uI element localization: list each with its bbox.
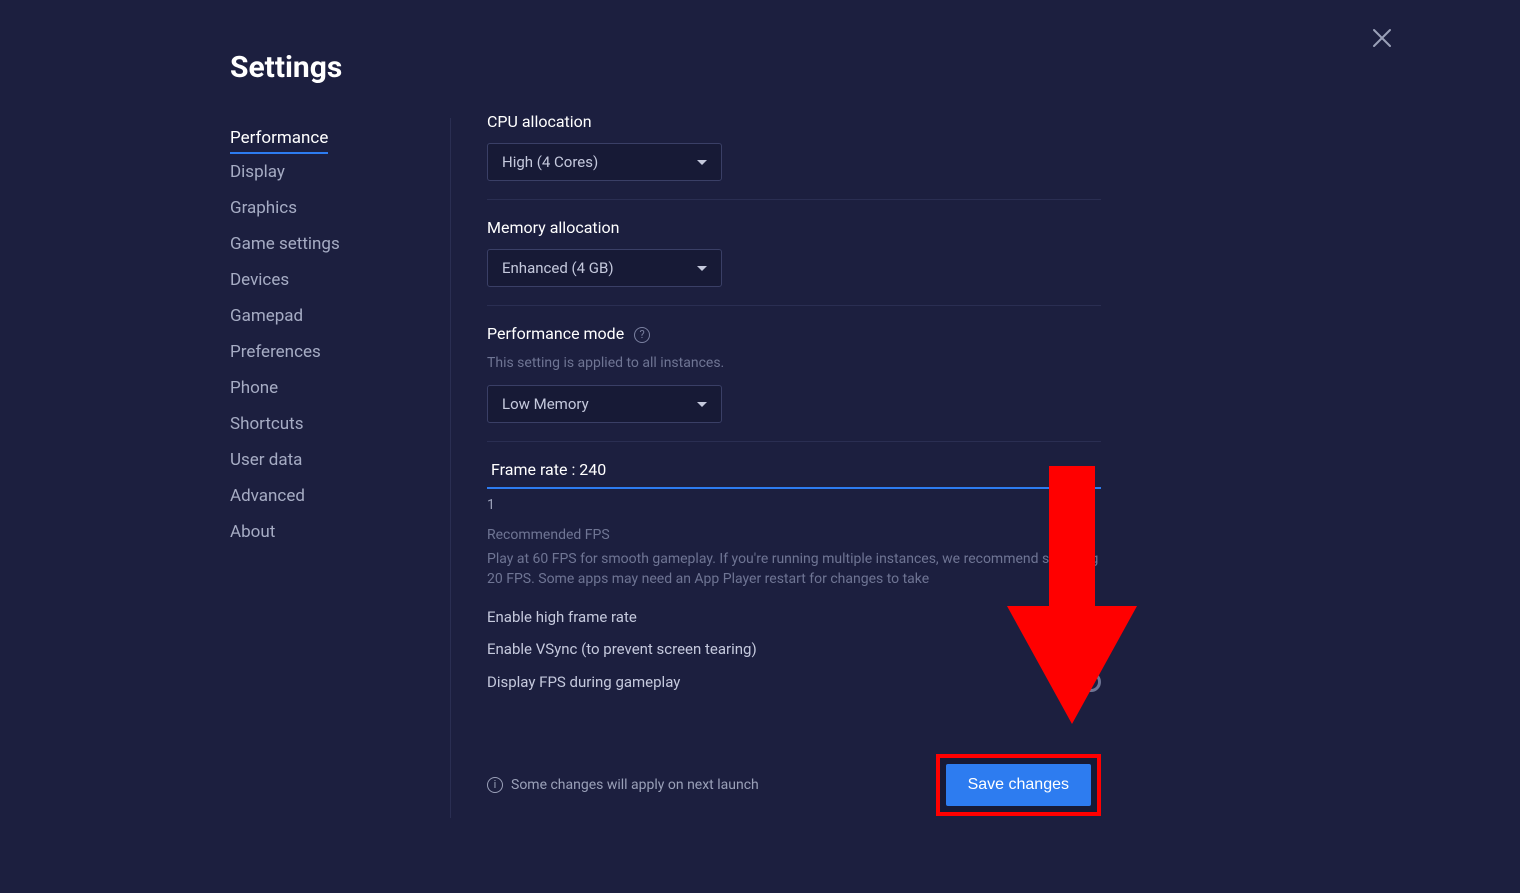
close-icon <box>1370 26 1394 50</box>
main-panel: CPU allocation High (4 Cores) Memory all… <box>451 48 1101 818</box>
cpu-value: High (4 Cores) <box>502 153 598 171</box>
sidebar-item-phone[interactable]: Phone <box>230 370 450 406</box>
close-button[interactable] <box>1370 26 1394 50</box>
save-highlight-annotation: Save changes <box>936 754 1101 816</box>
frame-rate-slider[interactable] <box>487 487 1101 489</box>
sidebar: Performance Display Graphics Game settin… <box>230 48 450 818</box>
section-memory: Memory allocation Enhanced (4 GB) <box>487 218 1101 306</box>
footer-note-text: Some changes will apply on next launch <box>511 777 759 793</box>
memory-select[interactable]: Enhanced (4 GB) <box>487 249 722 287</box>
sidebar-item-preferences[interactable]: Preferences <box>230 334 450 370</box>
toggle-knob <box>1082 673 1100 691</box>
cpu-select[interactable]: High (4 Cores) <box>487 143 722 181</box>
perf-note: This setting is applied to all instances… <box>487 355 1101 371</box>
help-icon[interactable]: ? <box>634 327 650 343</box>
sidebar-item-game-settings[interactable]: Game settings <box>230 226 450 262</box>
display-fps-toggle[interactable] <box>1063 672 1101 692</box>
footer-note: i Some changes will apply on next launch <box>487 777 759 793</box>
chevron-down-icon <box>697 266 707 271</box>
page-title: Settings <box>230 50 342 85</box>
toggle-row-display-fps: Display FPS during gameplay <box>487 672 1101 692</box>
chevron-down-icon <box>697 160 707 165</box>
toggle-row-vsync: Enable VSync (to prevent screen tearing) <box>487 640 1101 658</box>
toggle-row-high-fps: Enable high frame rate <box>487 608 1101 626</box>
frame-rate-label: Frame rate : 240 <box>487 460 1101 479</box>
perf-select[interactable]: Low Memory <box>487 385 722 423</box>
sidebar-item-performance[interactable]: Performance <box>230 120 328 154</box>
vsync-label: Enable VSync (to prevent screen tearing) <box>487 640 757 658</box>
sidebar-item-gamepad[interactable]: Gamepad <box>230 298 450 334</box>
perf-label-text: Performance mode <box>487 324 624 343</box>
perf-label: Performance mode ? <box>487 324 1101 343</box>
memory-label: Memory allocation <box>487 218 1101 237</box>
sidebar-item-devices[interactable]: Devices <box>230 262 450 298</box>
perf-value: Low Memory <box>502 395 589 413</box>
sidebar-item-shortcuts[interactable]: Shortcuts <box>230 406 450 442</box>
section-frame-rate: Frame rate : 240 1 Recommended FPS Play … <box>487 460 1101 724</box>
display-fps-label: Display FPS during gameplay <box>487 673 680 691</box>
sidebar-item-about[interactable]: About <box>230 514 450 550</box>
sidebar-item-display[interactable]: Display <box>230 154 450 190</box>
cpu-label: CPU allocation <box>487 112 1101 131</box>
chevron-down-icon <box>697 402 707 407</box>
footer: i Some changes will apply on next launch… <box>487 754 1101 816</box>
sidebar-item-user-data[interactable]: User data <box>230 442 450 478</box>
memory-value: Enhanced (4 GB) <box>502 259 614 277</box>
section-performance-mode: Performance mode ? This setting is appli… <box>487 324 1101 442</box>
section-cpu: CPU allocation High (4 Cores) <box>487 112 1101 200</box>
info-icon: i <box>487 777 503 793</box>
high-fps-label: Enable high frame rate <box>487 608 637 626</box>
sidebar-item-graphics[interactable]: Graphics <box>230 190 450 226</box>
save-button[interactable]: Save changes <box>946 764 1091 806</box>
frame-rate-min: 1 <box>487 497 1101 513</box>
recommended-fps-text: Play at 60 FPS for smooth gameplay. If y… <box>487 549 1101 590</box>
sidebar-item-advanced[interactable]: Advanced <box>230 478 450 514</box>
recommended-fps-title: Recommended FPS <box>487 527 1101 543</box>
